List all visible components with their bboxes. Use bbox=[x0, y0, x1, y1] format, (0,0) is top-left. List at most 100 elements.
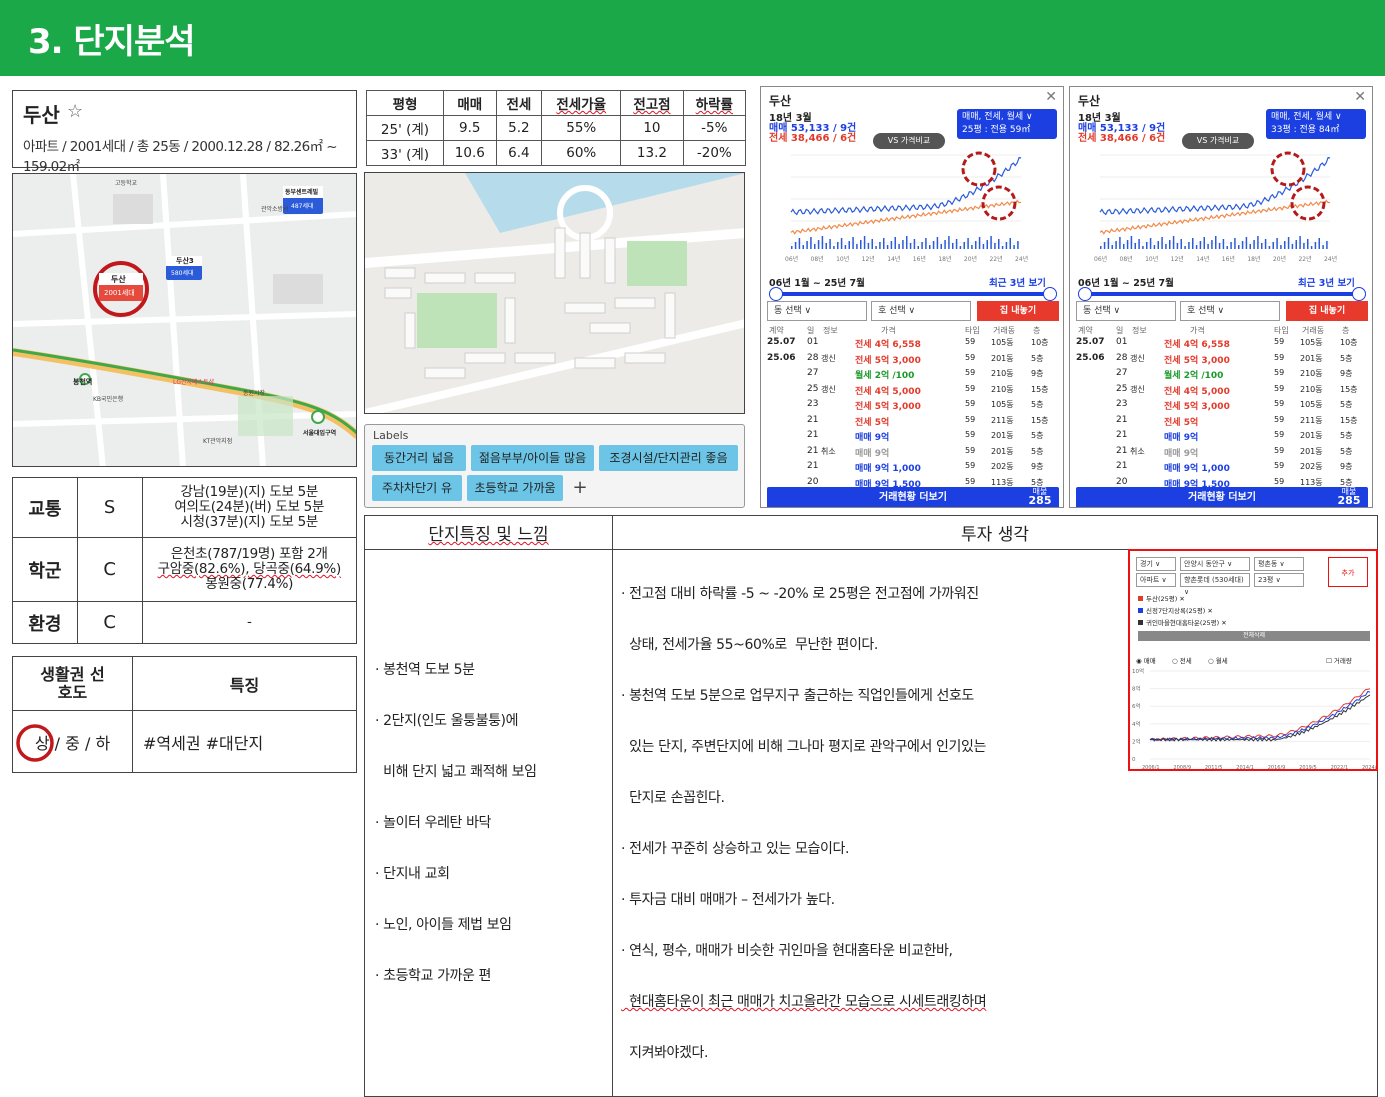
compare-item[interactable]: 두산(25평) ✕ bbox=[1138, 593, 1185, 603]
map-label-school: 고등학교 bbox=[115, 180, 138, 187]
map-label-dongbu[interactable]: 동부센트레빌 bbox=[285, 187, 318, 196]
slider-handle-start[interactable] bbox=[769, 287, 783, 301]
deal-type-selector[interactable]: 매매, 전세, 월세 ∨ 25평 : 전용 59㎡ bbox=[957, 109, 1057, 139]
size-select[interactable]: 23평 ∨ bbox=[1254, 573, 1304, 587]
price-trend-chart: 06년 08년 10년 12년 14년 16년 18년 20년 22년 24년 bbox=[785, 151, 1028, 263]
listing-count-badge: 매물 285 bbox=[1028, 487, 1052, 507]
price-trend-chart: 06년 08년 10년 12년 14년 16년 18년 20년 22년 24년 bbox=[1094, 151, 1337, 263]
life-header-feature: 특징 bbox=[132, 656, 357, 711]
compare-item[interactable]: 귀인마을현대홈타운(25평) ✕ bbox=[1138, 617, 1227, 627]
apt-summary: 아파트 / 2001세대 / 총 25동 / 2000.12.28 / 82.2… bbox=[23, 139, 338, 175]
price-table: 평형 매매 전세 전세가율 전고점 하락률 25' (계) 9.5 5.2 55… bbox=[366, 90, 747, 166]
table-row[interactable]: 27 월세 2억 /100 59 210동 9층 bbox=[761, 368, 1063, 383]
table-row[interactable]: 21 전세 5억 59 211동 15층 bbox=[761, 415, 1063, 430]
table-row[interactable]: 21 매매 9억 59 201동 5층 bbox=[761, 430, 1063, 445]
app-period: 06년 1월 ~ 25년 7월 bbox=[1078, 278, 1174, 289]
list-home-button[interactable]: 집 내놓기 bbox=[1286, 301, 1368, 321]
map-label-kt: KT관악지점 bbox=[203, 438, 233, 445]
table-row[interactable]: 23 전세 5억 3,000 59 105동 5층 bbox=[761, 399, 1063, 414]
apt-info-box: 두산 ☆ 아파트 / 2001세대 / 총 25동 / 2000.12.28 /… bbox=[12, 90, 357, 175]
labels-title: Labels bbox=[373, 429, 409, 442]
tx-header: 일 bbox=[807, 326, 815, 335]
labels-panel: Labels 동간거리 넓음 젊음부부/아이들 많음 조경시설/단지관리 좋음 … bbox=[364, 424, 745, 508]
chip-young-families[interactable]: 젊음부부/아이들 많음 bbox=[471, 445, 594, 471]
map-label-kb: KB국민은행 bbox=[93, 396, 124, 403]
type-select[interactable]: 아파트 ∨ bbox=[1136, 573, 1176, 587]
slider-handle-start[interactable] bbox=[1078, 287, 1092, 301]
table-row[interactable]: 21 전세 5억 59 211동 15층 bbox=[1070, 415, 1372, 430]
chip-near-school[interactable]: 초등학교 가까움 bbox=[467, 475, 563, 501]
table-row[interactable]: 21 취소 매매 9억 59 201동 5층 bbox=[761, 446, 1063, 461]
table-row[interactable]: 23 전세 5억 3,000 59 105동 5층 bbox=[1070, 399, 1372, 414]
table-row[interactable]: 25.07 01 전세 4억 6,558 59 105동 10층 bbox=[1070, 337, 1372, 352]
ho-selector[interactable]: 호 선택 ∨ bbox=[871, 301, 971, 321]
y-tick-label: 0 bbox=[1132, 757, 1136, 763]
x-tick-label: 2011/5 bbox=[1205, 765, 1223, 771]
table-row[interactable]: 21 매매 9억 1,000 59 202동 9층 bbox=[761, 461, 1063, 476]
list-home-button[interactable]: 집 내놓기 bbox=[977, 301, 1059, 321]
area-map[interactable]: 두산 2001세대 두산3 580세대 동부센트레빌 487세대 봉천역 KB국… bbox=[12, 173, 357, 467]
features-header: 단지특징 및 느낌 bbox=[364, 515, 613, 550]
th-peak: 전고점 bbox=[620, 90, 684, 116]
chip-building-distance[interactable]: 동간거리 넓음 bbox=[372, 445, 466, 471]
tx-header: 정보 bbox=[823, 326, 838, 335]
rating-row-transport: 교통 S 강남(19분)(지) 도보 5분 여의도(24분)(버) 도보 5분 … bbox=[12, 477, 357, 538]
dong-select[interactable]: 평촌동 ∨ bbox=[1254, 557, 1304, 571]
add-label-icon[interactable]: + bbox=[567, 475, 593, 501]
app-apt-name: 두산 bbox=[769, 94, 792, 108]
site-plan-map[interactable] bbox=[364, 172, 745, 414]
area-map-drawing bbox=[13, 174, 356, 466]
delete-all-button[interactable]: 전체삭제 bbox=[1138, 631, 1370, 641]
map-label-dusan[interactable]: 두산 bbox=[111, 274, 126, 285]
y-tick-label: 2억 bbox=[1132, 737, 1141, 745]
level-low: 하 bbox=[95, 733, 111, 753]
table-row[interactable]: 21 매매 9억 1,000 59 202동 9층 bbox=[1070, 461, 1372, 476]
x-tick-label: 2014/1 bbox=[1236, 765, 1254, 771]
x-tick-label: 06년 bbox=[785, 255, 798, 263]
life-header-preference: 생활권 선호도 bbox=[12, 656, 133, 711]
rating-category: 환경 bbox=[12, 601, 78, 644]
deal-type-selector[interactable]: 매매, 전세, 월세 ∨ 33평 : 전용 84㎡ bbox=[1266, 109, 1366, 139]
table-row[interactable]: 27 월세 2억 /100 59 210동 9층 bbox=[1070, 368, 1372, 383]
favorite-star-icon[interactable]: ☆ bbox=[67, 101, 83, 122]
table-row[interactable]: 25.06 28 갱신 전세 5억 3,000 59 201동 5층 bbox=[1070, 353, 1372, 368]
close-icon[interactable]: ✕ bbox=[1045, 89, 1057, 105]
slider-handle-end[interactable] bbox=[1043, 287, 1057, 301]
map-label-seoul-univ: 서울대입구역 bbox=[303, 430, 337, 437]
recent-3y-toggle[interactable]: 최근 3년 보기 bbox=[989, 275, 1046, 289]
more-transactions-button[interactable]: 거래현황 더보기 bbox=[1076, 487, 1368, 507]
map-label-dusan3[interactable]: 두산3 bbox=[176, 256, 194, 266]
add-compare-button[interactable]: 추가 bbox=[1328, 557, 1368, 587]
chip-parking-gate[interactable]: 주차차단기 유 bbox=[372, 475, 462, 501]
table-row[interactable]: 21 매매 9억 59 201동 5층 bbox=[1070, 430, 1372, 445]
close-icon[interactable]: ✕ bbox=[1354, 89, 1366, 105]
th-sale: 매매 bbox=[442, 90, 497, 116]
recent-3y-toggle[interactable]: 최근 3년 보기 bbox=[1298, 275, 1355, 289]
period-slider[interactable] bbox=[1084, 292, 1360, 296]
app-jeonse-summary: 전세 38,466 / 6건 bbox=[769, 133, 857, 144]
compare-item[interactable]: 신정7단지상록(25평) ✕ bbox=[1138, 605, 1213, 615]
rating-category: 학군 bbox=[12, 537, 78, 602]
slider-handle-end[interactable] bbox=[1352, 287, 1366, 301]
rating-grade: S bbox=[76, 477, 143, 538]
site-plan-drawing bbox=[365, 173, 744, 413]
apt-name: 두산 bbox=[23, 103, 60, 127]
th-drop: 하락률 bbox=[682, 90, 747, 116]
city-select[interactable]: 안양시 동안구 ∨ bbox=[1180, 557, 1250, 571]
more-transactions-button[interactable]: 거래현황 더보기 bbox=[767, 487, 1059, 507]
th-size: 평형 bbox=[366, 90, 444, 116]
period-slider[interactable] bbox=[775, 292, 1051, 296]
th-jeonse-rate: 전세가율 bbox=[541, 90, 622, 116]
chip-landscaping[interactable]: 조경시설/단지관리 좋음 bbox=[599, 445, 738, 471]
table-row[interactable]: 25.06 28 갱신 전세 5억 3,000 59 201동 5층 bbox=[761, 353, 1063, 368]
dong-selector[interactable]: 동 선택 ∨ bbox=[1076, 301, 1176, 321]
complex-select[interactable]: 향촌롯데 (530세대) ∨ bbox=[1180, 573, 1250, 596]
dong-selector[interactable]: 동 선택 ∨ bbox=[767, 301, 867, 321]
table-row[interactable]: 25 갱신 전세 4억 5,000 59 210동 15층 bbox=[761, 384, 1063, 399]
region-select[interactable]: 경기 ∨ bbox=[1136, 557, 1176, 571]
x-tick-label: 2019/5 bbox=[1299, 765, 1317, 771]
table-row[interactable]: 25 갱신 전세 4억 5,000 59 210동 15층 bbox=[1070, 384, 1372, 399]
table-row[interactable]: 25.07 01 전세 4억 6,558 59 105동 10층 bbox=[761, 337, 1063, 352]
ho-selector[interactable]: 호 선택 ∨ bbox=[1180, 301, 1280, 321]
table-row[interactable]: 21 취소 매매 9억 59 201동 5층 bbox=[1070, 446, 1372, 461]
